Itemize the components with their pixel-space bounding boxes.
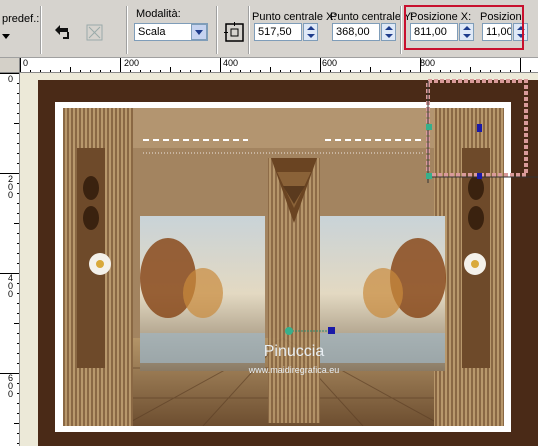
- ruler-horizontal: 0 200 400 600 800: [20, 58, 538, 73]
- center-y-spinner[interactable]: [381, 23, 396, 41]
- chevron-down-icon: [2, 34, 10, 39]
- ruler-top-label: 200: [124, 58, 140, 68]
- center-x-spinner[interactable]: [303, 23, 318, 41]
- ruler-top-label: 0: [23, 58, 29, 68]
- ruler-top-label: 600: [322, 58, 338, 68]
- undo-arrow-icon: [55, 25, 69, 39]
- highlight-annotation: [404, 5, 524, 50]
- image-artwork[interactable]: Pinuccia www.maidiregrafica.eu: [63, 108, 504, 426]
- apply-button[interactable]: [84, 22, 106, 44]
- canvas-workspace[interactable]: Pinuccia www.maidiregrafica.eu: [20, 73, 538, 446]
- flower-icon: [89, 253, 111, 275]
- mode-label: Modalità:: [136, 8, 181, 20]
- separator: [248, 6, 250, 54]
- center-handle: [328, 327, 335, 334]
- separator: [126, 6, 128, 54]
- center-x-label: Punto centrale X:: [252, 11, 337, 23]
- tool-options-bar: predef.: Modalità: Scala Punto centrale …: [0, 0, 538, 58]
- preset-dropdown[interactable]: [2, 30, 12, 39]
- mode-dropdown-button[interactable]: [191, 24, 207, 40]
- ruler-corner: [0, 58, 20, 73]
- artwork-scene: Pinuccia www.maidiregrafica.eu: [63, 108, 504, 426]
- separator: [400, 6, 402, 54]
- center-point-button[interactable]: [224, 22, 246, 44]
- ruler-top-label: 400: [223, 58, 239, 68]
- ruler-top-label: 800: [420, 58, 436, 68]
- reset-button[interactable]: [53, 22, 75, 44]
- crosshair-box-icon: [224, 22, 244, 42]
- ruler-left-label: 200: [7, 174, 13, 200]
- mode-value: Scala: [138, 26, 166, 38]
- ruler-ticks: [20, 58, 531, 72]
- separator: [216, 6, 218, 54]
- center-x-input[interactable]: 517,50: [254, 23, 302, 41]
- ruler-vertical: 0 200 400 600: [0, 58, 20, 446]
- ruler-left-label: 600: [7, 373, 13, 399]
- rotation-handle: [285, 327, 293, 335]
- separator: [40, 6, 42, 54]
- ruler-left-label: 0: [7, 74, 13, 84]
- watermark-title: Pinuccia: [264, 343, 325, 360]
- flower-icon: [464, 253, 486, 275]
- watermark-url: www.maidiregrafica.eu: [248, 365, 340, 375]
- ruler-left-label: 400: [7, 273, 13, 299]
- transform-icon: [86, 24, 103, 41]
- center-y-input[interactable]: 368,00: [332, 23, 380, 41]
- preset-label: predef.:: [2, 13, 40, 25]
